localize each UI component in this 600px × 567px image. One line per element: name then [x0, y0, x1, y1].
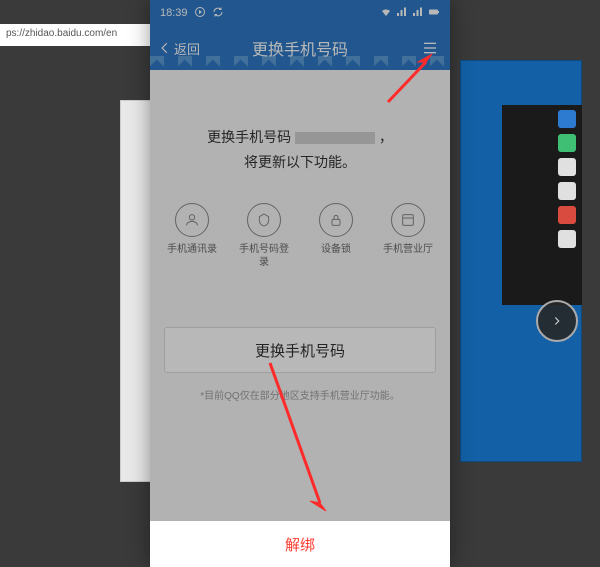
page-title: 更换手机号码 [252, 36, 348, 60]
info-suffix: ， [379, 129, 393, 145]
unbind-label: 解绑 [285, 534, 315, 555]
status-time: 18:39 [160, 7, 188, 19]
sync-icon [212, 6, 224, 21]
feature-contacts: 手机通讯录 [164, 203, 220, 269]
lock-icon [319, 203, 353, 237]
battery-icon [428, 6, 440, 21]
music-icon [194, 6, 206, 21]
phone-number-masked [295, 132, 375, 144]
carousel-next-button[interactable] [536, 300, 578, 342]
feature-label: 手机号码登录 [236, 243, 292, 269]
annotation-arrow-unbind [260, 355, 340, 515]
feature-phone-login: 手机号码登录 [236, 203, 292, 269]
browser-url-fragment: ps://zhidao.baidu.com/en [0, 24, 150, 46]
feature-label: 手机营业厅 [383, 243, 433, 256]
back-label: 返回 [174, 39, 200, 58]
contacts-icon [175, 203, 209, 237]
signal-icon-2 [412, 6, 424, 21]
info-line2: 将更新以下功能。 [244, 154, 356, 170]
bg-side-icons [558, 110, 576, 248]
phone-login-icon [247, 203, 281, 237]
feature-device-lock: 设备锁 [308, 203, 364, 269]
feature-label: 手机通讯录 [167, 243, 217, 256]
unbind-button[interactable]: 解绑 [150, 521, 450, 567]
back-button[interactable]: 返回 [158, 26, 200, 70]
feature-list: 手机通讯录 手机号码登录 设备锁 手机营业厅 [150, 203, 450, 269]
annotation-arrow-menu [380, 50, 440, 110]
feature-label: 设备锁 [321, 243, 351, 256]
info-prefix: 更换手机号码 [207, 129, 291, 145]
feature-service-hall: 手机营业厅 [380, 203, 436, 269]
signal-icon [396, 6, 408, 21]
phone-frame: 18:39 返回 更换手机号码 [150, 0, 450, 567]
service-hall-icon [391, 203, 425, 237]
wifi-icon [380, 6, 392, 21]
status-bar: 18:39 [150, 0, 450, 26]
